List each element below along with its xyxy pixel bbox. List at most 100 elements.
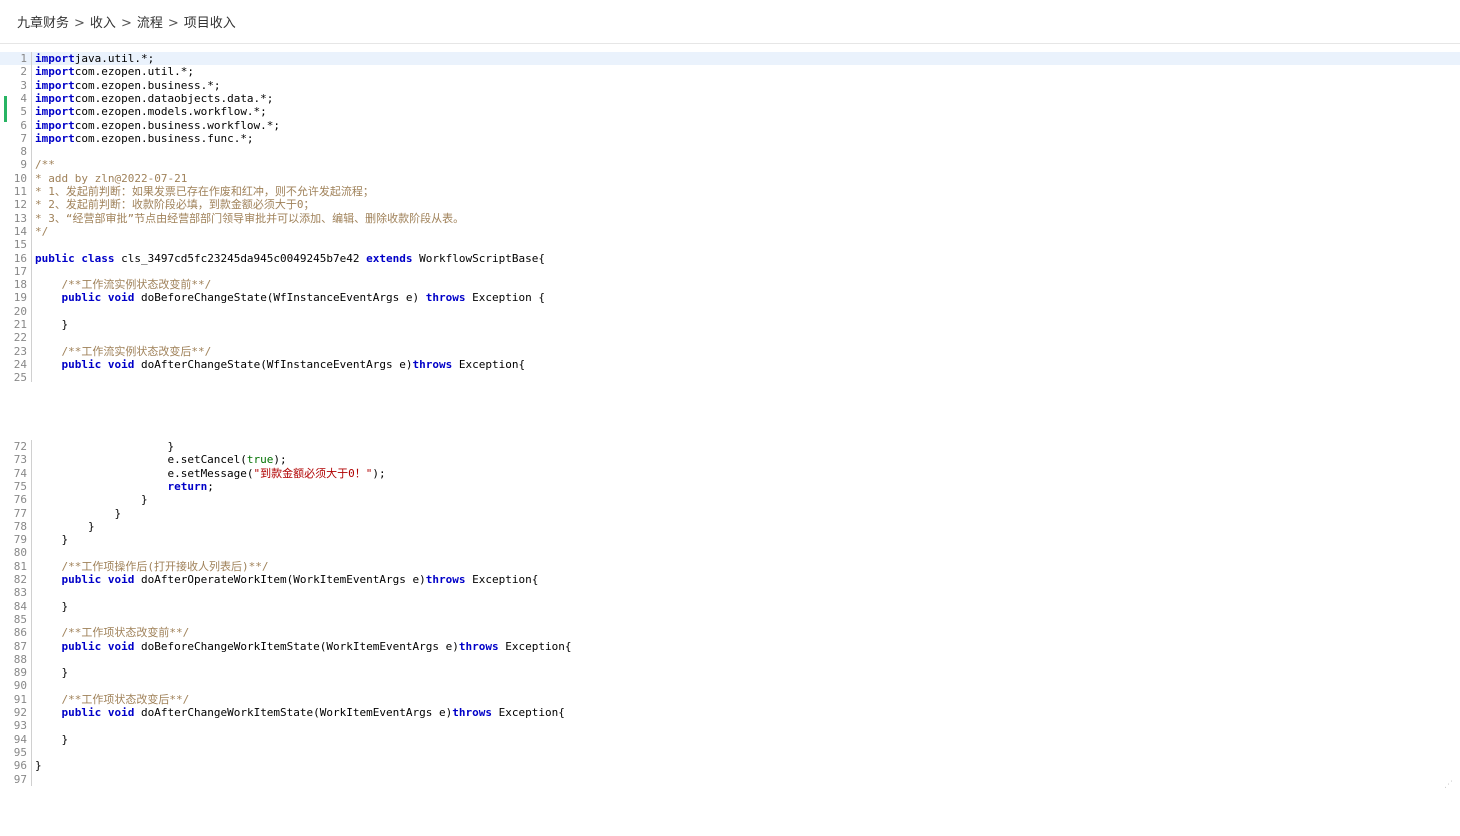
code-text: } bbox=[35, 733, 68, 746]
code-text: importcom.ezopen.util.*; bbox=[35, 65, 194, 78]
code-line[interactable]: 93 bbox=[0, 719, 1460, 732]
line-number: 75 bbox=[13, 479, 27, 493]
code-line[interactable]: 17 bbox=[0, 265, 1460, 278]
code-token: public void bbox=[61, 639, 135, 653]
code-line[interactable]: 78 } bbox=[0, 520, 1460, 533]
code-line[interactable]: 5 importcom.ezopen.models.workflow.*; bbox=[0, 105, 1460, 118]
code-line[interactable]: 10 * add by zln@2022-07-21 bbox=[0, 172, 1460, 185]
code-line[interactable]: 21 } bbox=[0, 318, 1460, 331]
breadcrumb-item-income[interactable]: 收入 bbox=[90, 16, 116, 31]
line-number: 14 bbox=[13, 224, 27, 238]
code-line[interactable]: 80 bbox=[0, 546, 1460, 559]
code-line[interactable]: 23 /**工作流实例状态改变后**/ bbox=[0, 345, 1460, 358]
code-line[interactable]: 79 } bbox=[0, 533, 1460, 546]
code-line[interactable]: 86 /**工作项状态改变前**/ bbox=[0, 626, 1460, 639]
code-line[interactable]: 97 bbox=[0, 773, 1460, 786]
resize-grip-icon[interactable]: ⋰ bbox=[1444, 780, 1454, 790]
code-line[interactable]: 92 public void doAfterChangeWorkItemStat… bbox=[0, 706, 1460, 719]
code-line[interactable]: 4 importcom.ezopen.dataobjects.data.*; bbox=[0, 92, 1460, 105]
code-line[interactable]: 13 * 3、“经营部审批”节点由经营部部门领导审批并可以添加、编辑、删除收款阶段… bbox=[0, 212, 1460, 225]
code-editor[interactable]: 1 importjava.util.*; 2 importcom.ezopen.uti… bbox=[0, 52, 1460, 792]
code-line[interactable]: 18 /**工作流实例状态改变前**/ bbox=[0, 278, 1460, 291]
code-line[interactable]: 8 bbox=[0, 145, 1460, 158]
code-line[interactable]: 73 e.setCancel(true); bbox=[0, 453, 1460, 466]
code-line[interactable]: 85 bbox=[0, 613, 1460, 626]
code-text: } bbox=[35, 493, 148, 506]
line-number: 76 bbox=[13, 493, 27, 507]
line-number: 90 bbox=[13, 679, 27, 693]
code-token: throws bbox=[425, 573, 466, 586]
code-line[interactable]: 84 } bbox=[0, 600, 1460, 613]
line-number: 82 bbox=[13, 573, 27, 586]
breadcrumb-separator: > bbox=[167, 16, 179, 31]
line-number: 16 bbox=[13, 251, 27, 265]
code-token: public void bbox=[61, 357, 135, 371]
code-line[interactable]: 7 importcom.ezopen.business.func.*; bbox=[0, 132, 1460, 145]
code-line[interactable]: 94 } bbox=[0, 733, 1460, 746]
code-line[interactable]: 77 } bbox=[0, 507, 1460, 520]
code-text: e.setMessage("到款金额必须大于0！"); bbox=[35, 466, 385, 480]
code-line[interactable]: 87 public void doBeforeChangeWorkItemSta… bbox=[0, 640, 1460, 653]
code-line[interactable]: 96} bbox=[0, 759, 1460, 772]
line-number: 10 bbox=[13, 171, 27, 185]
code-token: */ bbox=[35, 224, 49, 238]
code-token: public void bbox=[61, 706, 135, 719]
code-line[interactable]: 16 public class cls_3497cd5fc23245da945c0… bbox=[0, 252, 1460, 265]
line-number: 72 bbox=[13, 440, 27, 453]
line-number: 87 bbox=[13, 639, 27, 653]
code-line[interactable]: 1 importjava.util.*; bbox=[0, 52, 1460, 66]
code-line[interactable]: 22 bbox=[0, 331, 1460, 344]
code-token: } bbox=[35, 440, 175, 453]
code-token: /**工作流实例状态改变前**/ bbox=[61, 278, 212, 292]
code-line[interactable]: 9 /** bbox=[0, 158, 1460, 171]
code-line[interactable]: 76 } bbox=[0, 493, 1460, 506]
code-line[interactable]: 75 return; bbox=[0, 480, 1460, 493]
code-line[interactable]: 90 bbox=[0, 679, 1460, 692]
code-token: return bbox=[167, 479, 208, 493]
code-line[interactable]: 89 } bbox=[0, 666, 1460, 679]
code-token: cls_3497cd5fc23245da945c0049245b7e42 bbox=[114, 251, 367, 265]
line-number: 3 bbox=[20, 78, 27, 92]
code-text: importcom.ezopen.dataobjects.data.*; bbox=[35, 92, 273, 105]
line-number: 88 bbox=[13, 652, 27, 666]
code-line[interactable]: 3 importcom.ezopen.business.*; bbox=[0, 79, 1460, 92]
code-line[interactable]: 15 bbox=[0, 238, 1460, 251]
code-line[interactable]: 83 bbox=[0, 586, 1460, 599]
line-number: 23 bbox=[13, 344, 27, 358]
code-line[interactable]: 24 public void doAfterChangeState(WfInst… bbox=[0, 358, 1460, 371]
code-line[interactable]: 12 * 2、发起前判断：收款阶段必填，到款金额必须大于0； bbox=[0, 198, 1460, 211]
code-line[interactable]: 6 importcom.ezopen.business.workflow.*; bbox=[0, 119, 1460, 132]
code-line[interactable]: 11 * 1、发起前判断：如果发票已存在作废和红冲，则不允许发起流程； bbox=[0, 185, 1460, 198]
line-number: 94 bbox=[13, 732, 27, 746]
breadcrumb: 九章财务 > 收入 > 流程 > 项目收入 bbox=[17, 12, 236, 31]
code-line[interactable]: 14 */ bbox=[0, 225, 1460, 238]
code-line[interactable]: 19 public void doBeforeChangeState(WfIns… bbox=[0, 291, 1460, 304]
code-line[interactable]: 88 bbox=[0, 653, 1460, 666]
code-token: /** bbox=[35, 158, 55, 172]
line-number: 78 bbox=[13, 519, 27, 533]
code-text: public class cls_3497cd5fc23245da945c004… bbox=[35, 252, 545, 265]
code-line[interactable]: 20 bbox=[0, 305, 1460, 318]
line-number: 19 bbox=[13, 291, 27, 305]
code-line[interactable]: 95 bbox=[0, 746, 1460, 759]
code-line[interactable]: 81 /**工作项操作后(打开接收人列表后)**/ bbox=[0, 560, 1460, 573]
breadcrumb-item-process[interactable]: 流程 bbox=[137, 16, 163, 31]
line-number: 86 bbox=[13, 626, 27, 640]
code-line[interactable]: 74 e.setMessage("到款金额必须大于0！"); bbox=[0, 467, 1460, 480]
code-token: Exception{ bbox=[465, 573, 539, 586]
code-token: ); bbox=[273, 453, 287, 467]
code-line[interactable]: 2 importcom.ezopen.util.*; bbox=[0, 65, 1460, 78]
code-line[interactable]: 91 /**工作项状态改变后**/ bbox=[0, 693, 1460, 706]
breadcrumb-item-finance[interactable]: 九章财务 bbox=[17, 16, 69, 31]
line-number: 80 bbox=[13, 546, 27, 560]
code-line[interactable]: 72 } bbox=[0, 440, 1460, 453]
code-token: e.setMessage( bbox=[35, 466, 254, 480]
code-token: doBeforeChangeState(WfInstanceEventArgs … bbox=[134, 291, 426, 305]
line-number: 92 bbox=[13, 706, 27, 719]
code-line[interactable]: 82 public void doAfterOperateWorkItem(Wo… bbox=[0, 573, 1460, 586]
